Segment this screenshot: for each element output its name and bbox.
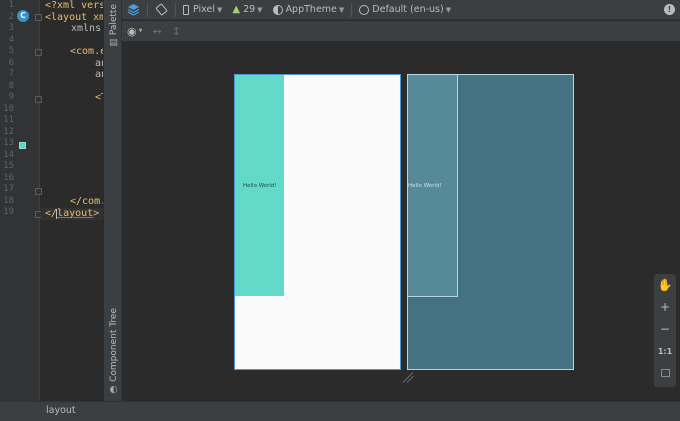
code-token: > [93,207,100,219]
line-number: 16 [3,172,14,183]
theme-selector[interactable]: AppTheme ▼ [268,0,350,20]
palette-label: Palette [108,4,119,36]
code-line: xmlns: [71,23,103,34]
warnings-button[interactable]: ! [659,0,680,20]
blueprint-hello-text[interactable]: Hello World! [408,183,442,189]
theme-label: AppTheme [285,4,337,15]
design-surface-button[interactable] [122,0,145,20]
blueprint-preview[interactable]: Hello World! [407,74,574,370]
line-number: 14 [3,149,14,160]
view-options-button[interactable]: ◉ ▼ [122,21,147,41]
line-number: 13 [3,138,14,148]
fold-marker-icon[interactable] [35,96,42,103]
design-view-element[interactable]: Hello World! [235,75,284,296]
chevron-down-icon: ▼ [338,5,345,14]
class-badge-icon[interactable]: C [17,10,29,22]
info-icon: ! [664,4,675,15]
hand-icon: ✋ [657,278,673,292]
component-tree-tab[interactable]: Component Tree ◐ [104,308,123,395]
fold-marker-icon[interactable] [35,188,42,195]
chevron-down-icon: ▼ [257,5,263,14]
toolbar-separator [175,2,176,17]
editor-gutter: 1 2 3 4 5 6 7 8 9 10 11 12 13 14 15 16 1… [0,0,42,401]
api-level-selector[interactable]: ▲ 29 ▼ [227,0,267,20]
line-number: 2 [8,11,14,22]
design-canvas[interactable]: Hello World! Hello World! ✋ + − 1:1 [122,42,680,401]
api-level-label: 29 [243,4,256,15]
vertical-arrows-icon: ↕ [171,24,181,38]
code-line: an [95,69,103,80]
color-swatch-icon[interactable] [19,142,26,149]
device-label: Pixel [193,4,215,15]
code-line: </com. [70,196,103,207]
line-number: 17 [3,184,14,194]
text-caret [56,209,57,219]
blueprint-view-element[interactable]: Hello World! [408,75,458,297]
theme-icon [272,4,283,15]
fit-screen-icon [660,369,670,377]
line-number: 19 [3,207,14,217]
android-studio-window: 1 2 3 4 5 6 7 8 9 10 11 12 13 14 15 16 1… [0,0,680,421]
android-icon: ▲ [232,4,241,15]
zoom-actual-size-button[interactable]: 1:1 [654,340,676,362]
side-tool-strip: Palette ▤ Component Tree ◐ [103,0,122,401]
globe-icon [359,4,370,15]
design-hello-text[interactable]: Hello World! [243,183,277,189]
chevron-down-icon: ▼ [216,5,223,14]
zoom-controls: ✋ + − 1:1 [654,274,676,387]
status-bar: layout [0,401,680,421]
fold-marker-icon[interactable] [35,14,42,21]
zoom-out-button[interactable]: − [654,318,676,340]
line-number: 18 [3,195,14,206]
component-tree-label: Component Tree [108,308,119,382]
code-line: <T [95,92,103,103]
device-selector[interactable]: Pixel ▼ [178,0,227,20]
layout-editor-toolbar: Pixel ▼ ▲ 29 ▼ AppTheme ▼ Default (en-us… [122,0,680,20]
toolbar-separator [351,2,353,17]
line-number: 5 [8,46,14,56]
line-number: 6 [8,57,14,68]
code-line: an [95,57,103,69]
toolbar-separator [147,2,148,17]
fold-marker-icon[interactable] [35,49,42,56]
code-token: layout [57,207,94,219]
line-number: 7 [8,69,14,79]
code-editor[interactable]: 1 2 3 4 5 6 7 8 9 10 11 12 13 14 15 16 1… [0,0,103,401]
horizontal-arrows-icon: ↔ [152,24,162,38]
line-number: 15 [3,161,14,171]
code-line: <?xml vers [45,0,103,11]
palette-tab[interactable]: Palette ▤ [104,4,123,48]
line-number: 9 [8,92,14,102]
code-line: <com.e [70,46,103,57]
component-tree-icon: ◐ [109,384,118,395]
line-number: 1 [8,0,14,10]
chevron-down-icon: ▼ [445,5,452,14]
line-number: 3 [8,23,14,33]
eye-icon: ◉ [127,24,137,38]
horizontal-resize-button[interactable]: ↔ [147,21,166,41]
locale-label: Default (en-us) [372,4,444,15]
design-preview[interactable]: Hello World! [234,74,401,370]
code-line: <layout xm [45,11,103,23]
line-number: 4 [8,34,14,45]
zoom-to-fit-button[interactable] [654,362,676,384]
pan-button[interactable]: ✋ [654,274,676,296]
orientation-button[interactable] [150,0,173,20]
vertical-resize-button[interactable]: ↕ [167,21,186,41]
rotate-device-icon [155,3,168,16]
canvas-toolbar: ◉ ▼ ↔ ↕ [122,21,680,42]
palette-icon: ▤ [109,38,118,49]
breadcrumb[interactable]: layout [46,405,76,416]
line-number: 8 [8,80,14,91]
zoom-in-button[interactable]: + [654,296,676,318]
layers-icon [127,4,140,16]
line-number: 12 [3,126,14,137]
line-number: 11 [3,115,14,125]
locale-selector[interactable]: Default (en-us) ▼ [354,0,456,20]
line-number: 10 [3,103,14,114]
chevron-down-icon: ▼ [138,28,143,34]
code-line: </layout> [45,208,99,220]
resize-handle-icon[interactable] [402,371,415,383]
phone-icon [183,4,189,15]
